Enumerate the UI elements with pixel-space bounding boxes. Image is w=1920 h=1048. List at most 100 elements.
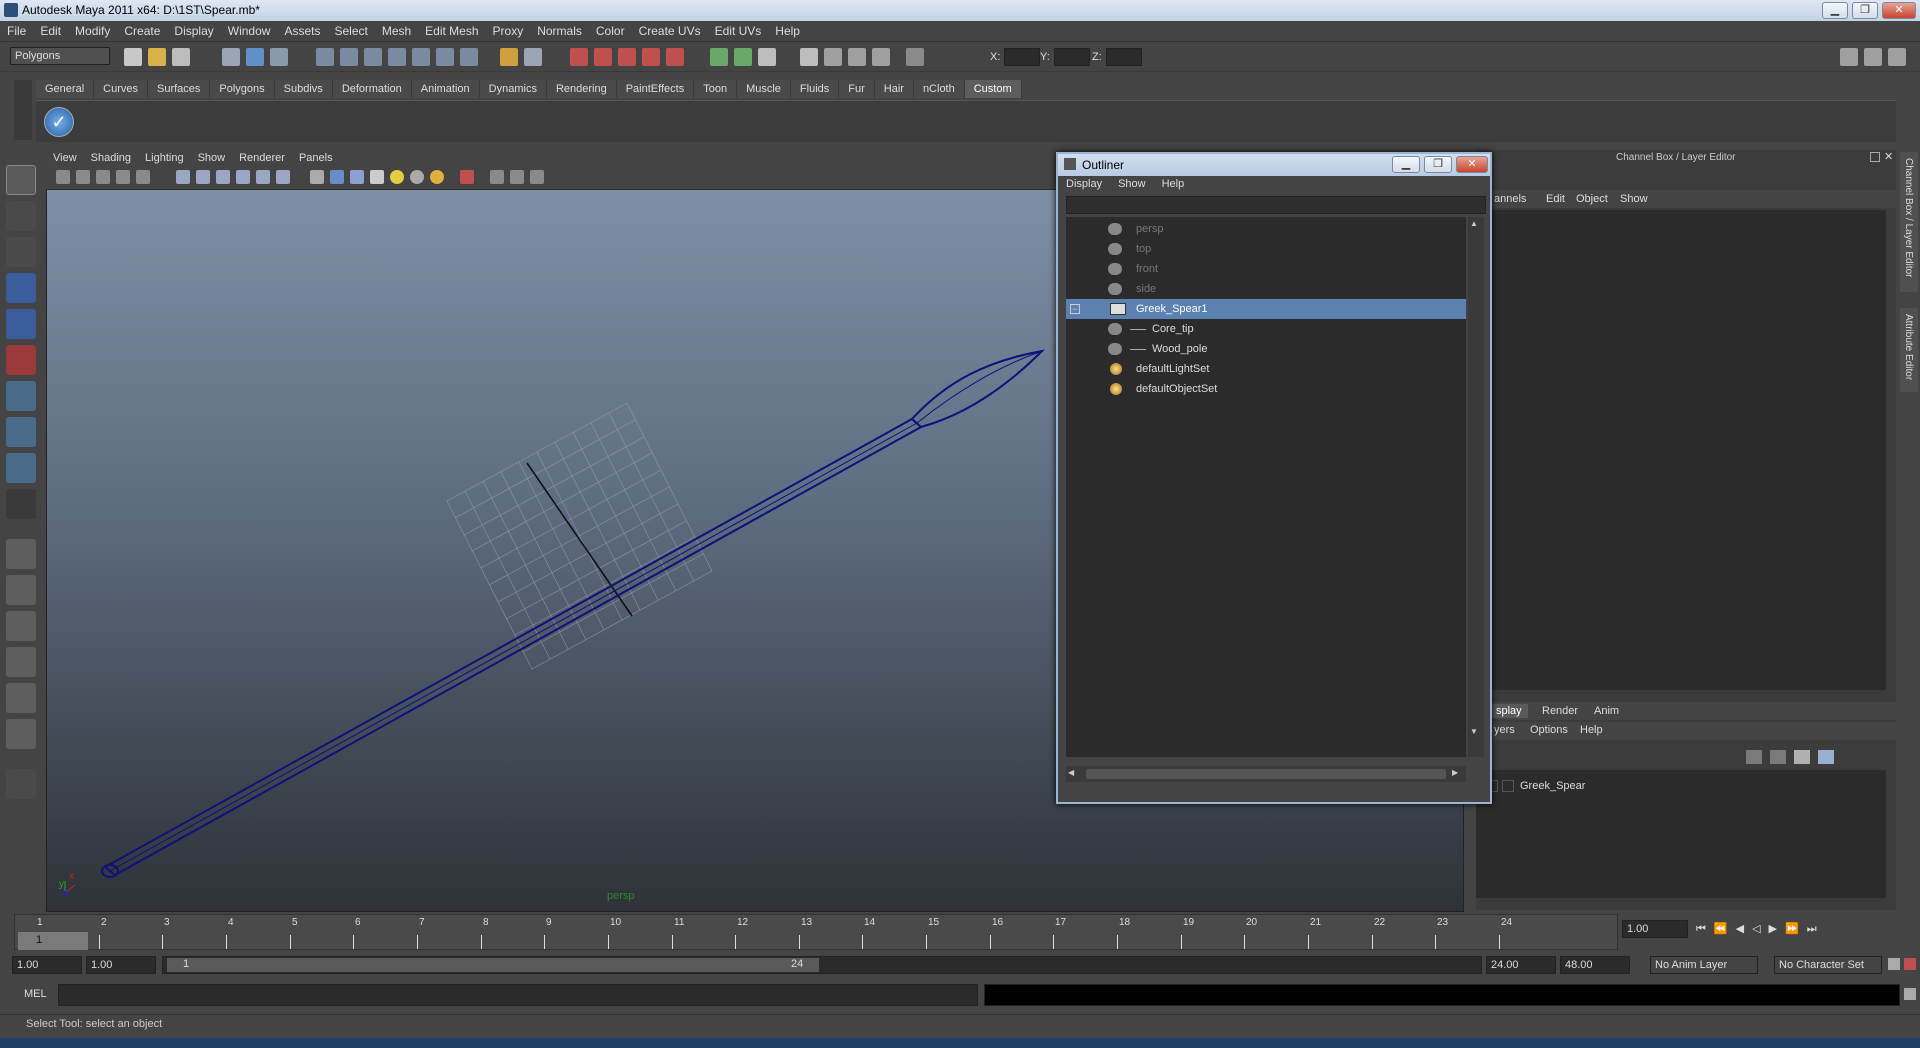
smooth-shade-icon[interactable] [330,170,344,184]
outliner-item-wood-pole[interactable]: Wood_pole [1066,339,1466,359]
last-tool-icon[interactable] [6,489,36,519]
snap-plane-icon[interactable] [388,48,406,66]
outliner-title-bar[interactable]: Outliner ▁ ❐ ✕ [1058,154,1490,176]
menu-edit-mesh[interactable]: Edit Mesh [418,21,485,38]
snap-surface-icon[interactable] [412,48,430,66]
playback-end-field[interactable]: 24.00 [1486,956,1556,974]
shelf-tab-ncloth[interactable]: nCloth [913,80,965,98]
magnet-icon[interactable] [570,48,588,66]
animation-end-field[interactable]: 48.00 [1560,956,1630,974]
persp-hypershade-layout-icon[interactable] [6,683,36,713]
grid-toggle-icon[interactable] [136,170,150,184]
snap-point-icon[interactable] [364,48,382,66]
collapse-toggle-icon[interactable]: − [1070,304,1080,314]
camera-attributes-icon[interactable] [76,170,90,184]
menu-create-uvs[interactable]: Create UVs [632,21,708,38]
scroll-left-icon[interactable]: ◀ [1068,768,1074,777]
outliner-item-front[interactable]: front [1066,259,1466,279]
snap-live-icon[interactable] [642,48,660,66]
open-scene-icon[interactable] [148,48,166,66]
step-forward-key-icon[interactable]: ⏩ [1785,923,1807,935]
shelf-tab-hair[interactable]: Hair [874,80,914,98]
menu-create[interactable]: Create [117,21,167,38]
layer-menu-layers[interactable]: yers [1494,724,1515,736]
render-settings-icon[interactable] [758,48,776,66]
vp-menu-view[interactable]: View [46,150,84,166]
universal-manipulator-icon[interactable] [6,381,36,411]
playback-start-field[interactable]: 1.00 [86,956,156,974]
layer-menu-help[interactable]: Help [1580,724,1603,736]
outliner-item-default-light-set[interactable]: defaultLightSet [1066,359,1466,379]
range-bar[interactable]: 1 24 [162,956,1482,974]
lock-icon[interactable] [500,48,518,66]
menu-window[interactable]: Window [221,21,278,38]
close-button[interactable]: ✕ [1882,2,1916,19]
shelf-tab-deformation[interactable]: Deformation [332,80,412,98]
channel-menu-show[interactable]: Show [1620,193,1648,205]
lasso-tool-icon[interactable] [6,201,36,231]
move-tool-icon[interactable] [6,273,36,303]
layer-move-up-icon[interactable] [1746,750,1762,764]
shelf-tab-general[interactable]: General [36,80,95,98]
show-manipulator-icon[interactable] [6,453,36,483]
y-field[interactable] [1054,48,1090,66]
layer-menu-options[interactable]: Options [1530,724,1568,736]
outliner-item-greek-spear1[interactable]: − Greek_Spear1 [1066,299,1466,319]
shelf-menu-handle[interactable] [14,80,32,140]
side-tab-attribute-editor[interactable]: Attribute Editor [1900,308,1918,392]
menu-select[interactable]: Select [327,21,374,38]
current-frame-field[interactable]: 1.00 [1622,920,1688,938]
command-language-label[interactable]: MEL [24,988,47,1000]
play-backward-icon[interactable]: ◁ [1752,923,1768,935]
channel-menu-object[interactable]: Object [1576,193,1608,205]
vp-menu-show[interactable]: Show [191,150,233,166]
range-handle[interactable]: 1 24 [167,958,819,972]
step-back-key-icon[interactable]: ⏪ [1714,923,1736,935]
outliner-item-persp[interactable]: persp [1066,219,1466,239]
ipr-render-icon[interactable] [800,48,818,66]
shelf-tab-subdivs[interactable]: Subdivs [274,80,333,98]
snap-edge-icon[interactable] [666,48,684,66]
channel-menu-edit[interactable]: Edit [1546,193,1565,205]
layer-tab-render[interactable]: Render [1542,705,1578,717]
layer-tab-display[interactable]: splay [1490,704,1528,718]
animation-start-field[interactable]: 1.00 [12,956,82,974]
key-icon[interactable] [1888,958,1900,970]
four-view-layout-icon[interactable] [6,575,36,605]
vp-menu-renderer[interactable]: Renderer [232,150,292,166]
side-tab-channel-box[interactable]: Channel Box / Layer Editor [1900,152,1918,292]
step-back-frame-icon[interactable]: ◀ [1736,923,1752,935]
soft-modification-icon[interactable] [6,417,36,447]
scroll-down-icon[interactable]: ▼ [1470,727,1478,736]
outliner-filter-field[interactable] [1066,196,1486,214]
shelf-tab-custom[interactable]: Custom [964,80,1022,98]
paint-select-tool-icon[interactable] [6,237,36,267]
layer-display-type-toggle[interactable] [1502,780,1514,792]
select-component-icon[interactable] [270,48,288,66]
current-frame-marker[interactable]: 1 [18,932,88,950]
outliner-minimize-button[interactable]: ▁ [1392,156,1420,173]
high-quality-icon[interactable] [430,170,444,184]
outliner-horizontal-scrollbar[interactable]: ◀ ▶ [1066,766,1466,782]
scale-tool-icon[interactable] [6,345,36,375]
channel-close-icon[interactable]: ✕ [1884,150,1893,163]
xray-icon[interactable] [490,170,504,184]
outliner-item-top[interactable]: top [1066,239,1466,259]
persp-outliner-graph-layout-icon[interactable] [6,719,36,749]
shelf-tab-muscle[interactable]: Muscle [737,80,791,98]
shelf-tab-surfaces[interactable]: Surfaces [147,80,211,98]
select-tool-icon[interactable] [6,165,36,195]
outliner-menu-show[interactable]: Show [1110,176,1154,192]
shelf-tab-fur[interactable]: Fur [839,80,875,98]
render-region-icon[interactable] [710,48,728,66]
animation-preferences-icon[interactable] [1904,958,1916,970]
xray-components-icon[interactable] [530,170,544,184]
menu-set-dropdown[interactable]: Polygons [10,47,110,65]
snap-vertex-icon[interactable] [618,48,636,66]
persp-outliner-layout-icon[interactable] [6,611,36,641]
snap-curve-icon[interactable] [340,48,358,66]
layer-tab-anim[interactable]: Anim [1594,705,1619,717]
new-layer-selected-icon[interactable] [1818,750,1834,764]
transform-field-icon[interactable] [906,48,924,66]
field-chart-icon[interactable] [236,170,250,184]
